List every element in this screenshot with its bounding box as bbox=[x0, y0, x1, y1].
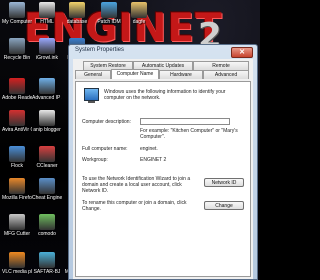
app-icon bbox=[9, 178, 25, 194]
desktop-icon-label: MFG Cutter bbox=[3, 231, 31, 237]
system-properties-window: System Properties ✕ System Restore Autom… bbox=[68, 44, 258, 280]
desktop-icon[interactable]: Recycle Bin bbox=[2, 38, 32, 61]
window-body: System Restore Automatic Updates Remote … bbox=[73, 59, 253, 279]
close-button[interactable]: ✕ bbox=[231, 47, 253, 58]
desktop-icon-label: My Computer bbox=[2, 19, 32, 25]
app-icon bbox=[39, 78, 55, 94]
change-button[interactable]: Change bbox=[204, 201, 244, 210]
desktop-icon-label: SAFTAR-BJ bbox=[33, 269, 61, 275]
app-icon bbox=[9, 146, 25, 162]
full-computer-name-value: enginet. bbox=[140, 146, 158, 152]
app-icon bbox=[9, 78, 25, 94]
app-icon bbox=[39, 252, 55, 268]
app-icon bbox=[39, 146, 55, 162]
desktop-icon-label: Recycle Bin bbox=[3, 55, 31, 61]
network-id-text: To use the Network Identification Wizard… bbox=[82, 176, 191, 194]
desktop-icon[interactable]: Adobe Reader 9 bbox=[2, 78, 32, 101]
desktop-icon[interactable]: VLC media player bbox=[2, 252, 32, 275]
app-icon bbox=[9, 38, 25, 54]
desktop-icon[interactable]: comodo bbox=[32, 214, 62, 237]
desktop-icon[interactable]: anip blogger bbox=[32, 110, 62, 133]
tab-general[interactable]: General bbox=[75, 70, 111, 79]
desktop-icon[interactable]: CCleaner bbox=[32, 146, 62, 169]
tab-strip: System Restore Automatic Updates Remote … bbox=[75, 61, 251, 83]
desktop-icon[interactable]: Advanced IP Scanner bbox=[32, 78, 62, 101]
tab-computer-name[interactable]: Computer Name bbox=[111, 69, 159, 79]
intro-text: Windows uses the following information t… bbox=[104, 89, 226, 101]
workgroup-label: Workgroup: bbox=[82, 157, 108, 163]
desktop-icon[interactable]: dagfe bbox=[124, 2, 154, 25]
desktop-icon[interactable]: My Computer bbox=[2, 2, 32, 25]
app-icon bbox=[101, 2, 117, 18]
desktop-icon[interactable]: Avira AntiVir Control Center bbox=[2, 110, 32, 133]
desktop-icon-label: Advanced IP Scanner bbox=[32, 95, 62, 101]
description-hint: For example: "Kitchen Computer" or "Mary… bbox=[140, 128, 238, 140]
desktop-icon[interactable]: Flock bbox=[2, 146, 32, 169]
full-computer-name-label: Full computer name: bbox=[82, 146, 128, 152]
computer-description-input[interactable] bbox=[140, 118, 230, 125]
app-icon bbox=[9, 2, 25, 18]
desktop-icon-label: Avira AntiVir Control Center bbox=[2, 127, 32, 133]
desktop-icon[interactable]: Patch IDM bbox=[94, 2, 124, 25]
desktop-icon[interactable]: SAFTAR-BJ bbox=[32, 252, 62, 275]
tab-advanced[interactable]: Advanced bbox=[203, 70, 249, 79]
tab-hardware[interactable]: Hardware bbox=[159, 70, 203, 79]
computer-name-panel: Windows uses the following information t… bbox=[75, 81, 251, 277]
desktop-icon[interactable]: Mozilla Firefox bbox=[2, 178, 32, 201]
desktop-icon-label: database bbox=[66, 19, 88, 25]
app-icon bbox=[39, 110, 55, 126]
desktop-icon-label: HTML bbox=[40, 19, 54, 25]
desktop-icon-label: Adobe Reader 9 bbox=[2, 95, 32, 101]
desktop-icon[interactable]: database bbox=[62, 2, 92, 25]
desktop-icon[interactable]: Cheat Engine bbox=[32, 178, 62, 201]
app-icon bbox=[131, 2, 147, 18]
desktop-icon[interactable]: MFG Cutter bbox=[2, 214, 32, 237]
desktop-icon-label: CCleaner bbox=[36, 163, 58, 169]
network-id-button[interactable]: Network ID bbox=[204, 178, 244, 187]
tab-remote[interactable]: Remote bbox=[193, 61, 249, 70]
app-icon bbox=[39, 178, 55, 194]
desktop-icon-label: VLC media player bbox=[2, 269, 32, 275]
desktop-icon-label: Patch IDM bbox=[97, 19, 121, 25]
desktop-icon-label: anip blogger bbox=[33, 127, 61, 133]
desktop-icon[interactable]: iGrowl.ink bbox=[32, 38, 62, 61]
desktop-icon-label: Mozilla Firefox bbox=[2, 195, 32, 201]
app-icon bbox=[9, 214, 25, 230]
rename-text: To rename this computer or join a domain… bbox=[82, 200, 187, 212]
app-icon bbox=[9, 110, 25, 126]
app-icon bbox=[39, 214, 55, 230]
app-icon bbox=[69, 2, 85, 18]
desktop-icon-label: comodo bbox=[38, 231, 56, 237]
desktop-icon-label: Cheat Engine bbox=[32, 195, 62, 201]
computer-icon bbox=[84, 88, 99, 103]
desktop-icon-label: dagfe bbox=[132, 19, 146, 25]
window-title: System Properties bbox=[75, 47, 125, 53]
desktop-icon-label: Flock bbox=[11, 163, 23, 169]
desktop-icon-label: iGrowl.ink bbox=[36, 55, 58, 61]
desktop-icon[interactable]: HTML bbox=[32, 2, 62, 25]
app-icon bbox=[39, 38, 55, 54]
workgroup-value: ENGINET 2 bbox=[140, 157, 167, 163]
app-icon bbox=[39, 2, 55, 18]
computer-description-label: Computer description: bbox=[82, 119, 131, 125]
app-icon bbox=[9, 252, 25, 268]
